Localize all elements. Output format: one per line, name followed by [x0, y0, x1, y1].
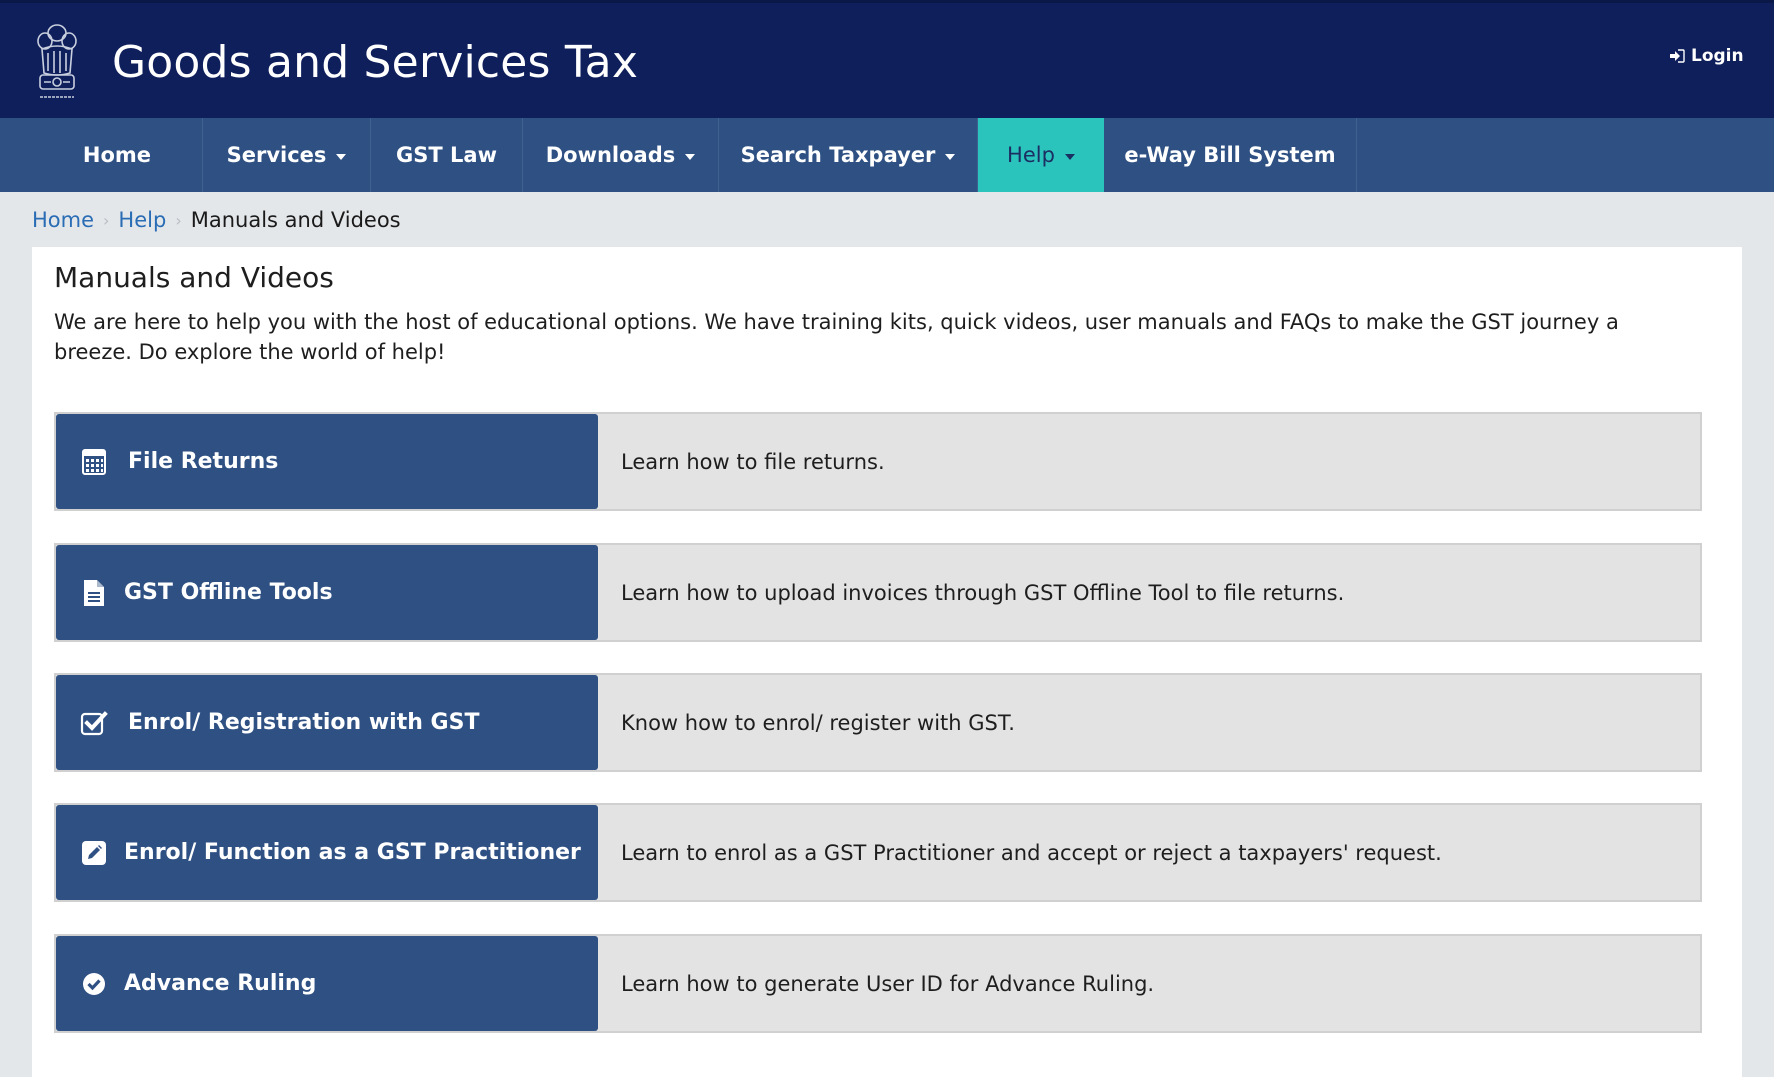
- nav-item-services[interactable]: Services: [203, 118, 371, 192]
- login-link[interactable]: Login: [1669, 44, 1744, 68]
- page-title: Manuals and Videos: [54, 261, 334, 294]
- card-advance-ruling[interactable]: Advance Ruling Learn how to generate Use…: [54, 934, 1702, 1033]
- check-square-icon: [80, 709, 108, 737]
- nav-item-label: Services: [226, 143, 327, 167]
- caret-down-icon: [336, 153, 347, 160]
- nav-item-search-taxpayer[interactable]: Search Taxpayer: [719, 118, 978, 192]
- caret-down-icon: [685, 153, 696, 160]
- calculator-icon: [80, 448, 108, 476]
- card-title: File Returns: [128, 449, 279, 474]
- card-title: Advance Ruling: [124, 971, 317, 996]
- card-header[interactable]: GST Offline Tools: [56, 545, 598, 640]
- nav-item-label: Downloads: [545, 143, 676, 167]
- emblem-logo[interactable]: [32, 19, 82, 107]
- card-description: Learn to enrol as a GST Practitioner and…: [621, 840, 1442, 865]
- card-gst-offline-tools[interactable]: GST Offline Tools Learn how to upload in…: [54, 543, 1702, 642]
- nav-item-label: e-Way Bill System: [1124, 143, 1336, 167]
- nav-item-label: Home: [82, 143, 152, 167]
- breadcrumb-separator-icon: ›: [103, 210, 110, 230]
- breadcrumb-current: Manuals and Videos: [190, 208, 401, 232]
- check-circle-icon: [80, 970, 108, 998]
- content-panel: Manuals and Videos We are here to help y…: [32, 247, 1742, 1077]
- card-header[interactable]: Enrol/ Registration with GST: [56, 675, 598, 770]
- nav-item-label: GST Law: [396, 143, 497, 167]
- card-description: Know how to enrol/ register with GST.: [621, 710, 1015, 735]
- page-description: We are here to help you with the host of…: [54, 310, 1619, 364]
- card-header[interactable]: Enrol/ Function as a GST Practitioner: [56, 805, 598, 900]
- nav-item-eway-bill[interactable]: e-Way Bill System: [1104, 118, 1357, 192]
- card-description: Learn how to generate User ID for Advanc…: [621, 971, 1155, 996]
- login-label: Login: [1691, 46, 1744, 66]
- nav-item-label: Search Taxpayer: [740, 143, 936, 167]
- nav-item-downloads[interactable]: Downloads: [523, 118, 719, 192]
- breadcrumb-separator-icon: ›: [175, 210, 182, 230]
- card-description: Learn how to upload invoices through GST…: [621, 580, 1345, 605]
- card-enrol-registration[interactable]: Enrol/ Registration with GST Know how to…: [54, 673, 1702, 772]
- card-title: Enrol/ Registration with GST: [128, 710, 480, 735]
- card-gst-practitioner[interactable]: Enrol/ Function as a GST Practitioner Le…: [54, 803, 1702, 902]
- sign-in-icon: [1670, 49, 1685, 63]
- card-header[interactable]: File Returns: [56, 414, 598, 509]
- nav-item-help[interactable]: Help: [978, 118, 1104, 192]
- card-title: GST Offline Tools: [124, 580, 333, 605]
- nav-item-home[interactable]: Home: [32, 118, 203, 192]
- site-title: Goods and Services Tax: [112, 37, 639, 88]
- card-description: Learn how to file returns.: [621, 449, 885, 474]
- card-header[interactable]: Advance Ruling: [56, 936, 598, 1031]
- breadcrumb-help[interactable]: Help: [118, 208, 166, 232]
- main-nav: Home Services GST Law Downloads Search T…: [0, 118, 1774, 192]
- breadcrumb-home[interactable]: Home: [32, 208, 94, 232]
- card-title: Enrol/ Function as a GST Practitioner: [124, 840, 581, 865]
- card-file-returns[interactable]: File Returns Learn how to file returns.: [54, 412, 1702, 511]
- caret-down-icon: [1064, 153, 1075, 160]
- nav-item-label: Help: [1007, 143, 1055, 167]
- file-text-icon: [80, 579, 108, 607]
- breadcrumb: Home › Help › Manuals and Videos: [32, 206, 401, 234]
- nav-item-gst-law[interactable]: GST Law: [371, 118, 523, 192]
- caret-down-icon: [945, 153, 956, 160]
- site-header: Goods and Services Tax Login: [0, 0, 1774, 118]
- pencil-square-icon: [80, 839, 108, 867]
